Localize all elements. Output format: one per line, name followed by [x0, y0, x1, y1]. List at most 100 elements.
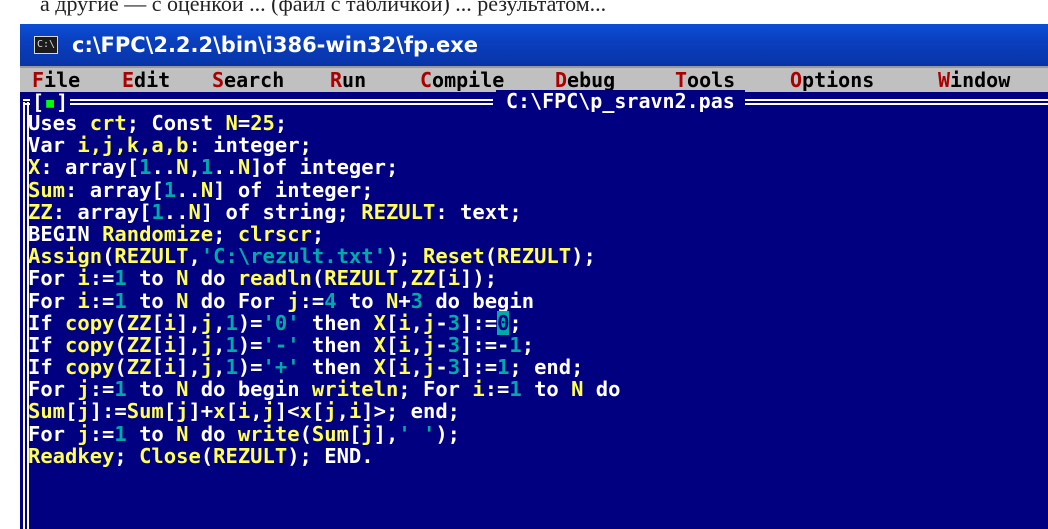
code-token: X	[28, 155, 41, 180]
code-token: j	[176, 399, 189, 424]
code-line[interactable]: ZZ: array[1..N] of string; REZULT: text;	[28, 201, 1038, 223]
code-line[interactable]: Var i,j,k,a,b: integer;	[28, 134, 1038, 156]
code-token: : array[	[40, 155, 140, 180]
code-token: i	[348, 399, 362, 424]
code-token: ..	[163, 199, 189, 224]
code-token: i	[163, 310, 177, 335]
code-token: If	[28, 355, 66, 380]
code-token: :=	[89, 421, 115, 446]
code-token: );	[385, 244, 423, 269]
code-token: ] of string;	[200, 199, 362, 224]
code-line[interactable]: BEGIN Randomize; clrscr;	[28, 223, 1038, 245]
code-editor[interactable]: Uses crt; Const N=25; Var i,j,k,a,b: inte…	[28, 112, 1038, 522]
code-token: crt	[89, 111, 127, 135]
code-token: 1	[497, 355, 510, 380]
code-token: ZZ	[126, 355, 152, 380]
code-token: ,	[213, 355, 226, 380]
code-line[interactable]: X: array[1..N,1..N]of integer;	[28, 156, 1038, 178]
menu-edit[interactable]: Edit	[122, 68, 170, 92]
code-token: ' '	[398, 421, 436, 446]
menu-options[interactable]: Options	[790, 68, 874, 92]
code-line[interactable]: Uses crt; Const N=25;	[28, 112, 1038, 134]
code-line[interactable]: Sum[j]:=Sum[j]+x[i,j]<x[j,i]>; end;	[28, 400, 1038, 422]
menu-compile[interactable]: Compile	[420, 68, 504, 92]
code-token: [	[311, 399, 325, 424]
code-token: ; end;	[509, 355, 584, 380]
code-line[interactable]: For i:=1 to N do For j:=4 to N+3 do begi…	[28, 288, 1038, 313]
code-token: ,	[410, 310, 423, 335]
code-token: clrscr	[237, 221, 312, 246]
code-token: N	[188, 199, 201, 224]
menu-search[interactable]: Search	[212, 68, 284, 92]
menu-hotkey: R	[330, 68, 343, 92]
code-token: ]:=	[460, 355, 498, 380]
code-token: to	[126, 377, 177, 402]
code-token: Randomize	[102, 221, 214, 246]
code-line[interactable]: Sum: array[1..N] of integer;	[28, 178, 1038, 201]
code-token: Var	[28, 133, 78, 158]
code-line[interactable]: If copy(ZZ[i],j,1)='-' then X[i,j-3]:=-1…	[28, 334, 1038, 356]
code-token: ],	[176, 355, 201, 380]
code-token: X	[373, 332, 386, 357]
code-token: (	[114, 355, 127, 380]
code-line[interactable]: If copy(ZZ[i],j,1)='+' then X[i,j-3]:=1;…	[28, 356, 1038, 378]
code-token: i	[447, 266, 461, 291]
code-token: X	[373, 310, 386, 335]
code-token: i	[398, 310, 411, 335]
code-token: 1	[151, 199, 164, 224]
code-token: j	[77, 377, 90, 402]
code-line[interactable]: For j:=1 to N do write(Sum[j],' ');	[28, 423, 1038, 445]
code-token: j	[200, 310, 214, 335]
code-token: to	[126, 288, 177, 313]
code-token: '+'	[262, 355, 300, 380]
menu-run[interactable]: Run	[330, 68, 366, 92]
editor-close-box[interactable]: [▪]	[30, 92, 71, 112]
code-token: j	[423, 332, 436, 357]
code-line[interactable]: For j:=1 to N do begin writeln; For i:=1…	[28, 378, 1038, 400]
code-token: ],	[176, 332, 201, 357]
code-token: For	[28, 421, 78, 446]
code-token: [	[348, 421, 362, 446]
code-token: Assign	[28, 244, 103, 269]
code-token: j	[77, 399, 90, 424]
code-token: ]+	[188, 399, 214, 424]
code-token: ,	[250, 399, 263, 424]
code-token: 1	[114, 288, 127, 313]
code-token: N	[225, 111, 238, 135]
console-window-icon[interactable]: C:\	[34, 36, 58, 54]
code-line[interactable]: Readkey; Close(REZULT); END.	[28, 445, 1038, 467]
code-token: 25	[250, 111, 275, 135]
console-window: C:\ c:\FPC\2.2.2\bin\i386-win32\fp.exe F…	[20, 24, 1048, 529]
code-token: ,	[188, 244, 201, 269]
editor-file-title: C:\FPC\p_sravn2.pas	[496, 90, 745, 112]
code-token: i	[398, 332, 411, 357]
code-token: );	[571, 244, 596, 269]
code-token: j	[77, 421, 90, 446]
code-line[interactable]: Assign(REZULT,'C:\rezult.txt'); Reset(RE…	[28, 245, 1038, 267]
code-token: 3	[447, 332, 461, 357]
code-token: j	[262, 399, 275, 424]
code-token: x	[299, 399, 312, 424]
code-token: (	[311, 266, 325, 291]
code-token: [	[65, 399, 78, 424]
code-token: i	[77, 266, 90, 291]
code-token: 'C:\rezult.txt'	[200, 244, 386, 269]
code-token: For	[28, 377, 78, 402]
code-token: '0'	[262, 310, 300, 335]
menu-window[interactable]: Window	[938, 68, 1010, 92]
code-token: do begin	[423, 288, 535, 313]
code-token: [	[151, 355, 164, 380]
code-token: 1	[509, 377, 522, 402]
code-line[interactable]: For i:=1 to N do readln(REZULT,ZZ[i]);	[28, 267, 1038, 289]
code-token: Readkey	[28, 443, 115, 468]
code-token: do	[188, 266, 238, 291]
menu-file[interactable]: File	[32, 68, 80, 92]
code-token: 1	[114, 377, 127, 402]
code-token: ; For	[398, 377, 473, 402]
code-token: ,	[410, 355, 423, 380]
window-titlebar[interactable]: C:\ c:\FPC\2.2.2\bin\i386-win32\fp.exe	[20, 24, 1048, 66]
code-line[interactable]: If copy(ZZ[i],j,1)='0' then X[i,j-3]:=0;	[28, 310, 1038, 335]
code-token: ]<	[274, 399, 300, 424]
code-token: [	[163, 399, 177, 424]
code-token: =	[237, 111, 251, 135]
